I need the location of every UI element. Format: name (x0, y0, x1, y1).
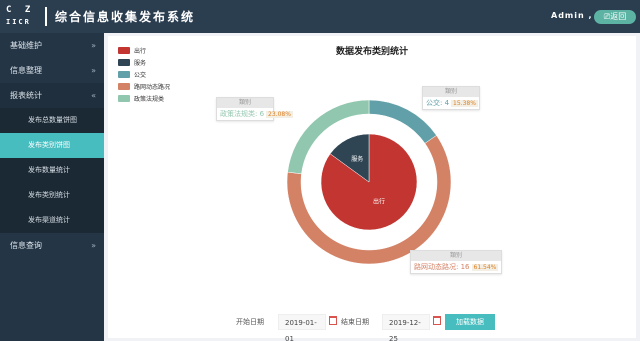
slice-callout: 類别 政策法规类: 6 23.08% (216, 97, 293, 121)
end-date-label: 结束日期 (341, 318, 369, 326)
legend-label: 公交 (134, 71, 147, 79)
sidebar-item-info-organize[interactable]: 信息整理 » (0, 58, 104, 83)
pie-chart: 出行 服务 (286, 99, 452, 265)
logo-top-text: C Z (6, 5, 35, 15)
header-divider (45, 7, 47, 26)
chart-legend: 出行服务公交路网动态路况 政策法规类 (118, 44, 170, 104)
slice-callout: 類别 公交: 4 15.38% (422, 86, 480, 110)
start-date-label: 开始日期 (236, 318, 264, 326)
logo: C Z IICR (6, 4, 40, 30)
legend-label: 服务 (134, 59, 147, 67)
legend-item[interactable]: 政策法规类 (118, 92, 170, 104)
callout-value: 政策法规类: 6 (220, 110, 265, 118)
sidebar-subitem-total-pie[interactable]: 发布总数量饼图 (0, 108, 104, 133)
chevron-down-icon: » (91, 241, 96, 250)
logo-bottom-text: IICR (6, 18, 31, 26)
inner-slice-label: 出行 (373, 198, 385, 206)
callout-value: 路网动态路况: 16 (414, 263, 470, 271)
top-header: C Z IICR 综合信息收集发布系统 Admin , ⎚返回 (0, 0, 640, 33)
sidebar: 基础维护 » 信息整理 » 报表统计 « 发布总数量饼图 发布类别饼图 发布数量… (0, 33, 104, 341)
callout-percent: 15.38% (451, 100, 478, 107)
legend-item[interactable]: 服务 (118, 56, 170, 68)
chevron-down-icon: » (91, 41, 96, 50)
report-submenu: 发布总数量饼图 发布类别饼图 发布数量统计 发布类别统计 发布渠道统计 (0, 108, 104, 233)
calendar-icon[interactable] (329, 316, 337, 325)
sidebar-subitem-count-stats[interactable]: 发布数量统计 (0, 158, 104, 183)
legend-swatch (118, 46, 130, 54)
callout-body: 政策法规类: 6 23.08% (217, 108, 293, 120)
chevron-up-icon: « (91, 91, 96, 100)
callout-value: 公交: 4 (426, 99, 450, 107)
end-date-input[interactable]: 2019-12-25 (382, 314, 430, 341)
callout-percent: 61.54% (471, 264, 499, 271)
legend-label: 出行 (134, 47, 147, 55)
sidebar-item-info-query[interactable]: 信息查询 » (0, 233, 104, 258)
legend-swatch (118, 70, 130, 78)
app-title: 综合信息收集发布系统 (55, 10, 196, 24)
callout-caption: 類别 (217, 98, 273, 108)
app-root: C Z IICR 综合信息收集发布系统 Admin , ⎚返回 基础维护 » 信… (0, 0, 640, 341)
legend-swatch (118, 94, 130, 102)
callout-caption: 類别 (411, 251, 501, 261)
legend-item[interactable]: 路网动态路况 (118, 80, 170, 92)
legend-swatch (118, 82, 130, 90)
sidebar-item-label: 基础维护 (10, 41, 42, 50)
chart-title: 数据发布类别统计 (335, 47, 408, 57)
legend-swatch (118, 58, 130, 66)
sidebar-item-basic-maintenance[interactable]: 基础维护 » (0, 33, 104, 58)
callout-body: 路网动态路况: 16 61.54% (411, 261, 501, 273)
calendar-icon[interactable] (433, 316, 441, 325)
legend-label: 政策法规类 (134, 95, 165, 103)
sidebar-item-report-stats[interactable]: 报表统计 « (0, 83, 104, 108)
sidebar-subitem-category-stats[interactable]: 发布类别统计 (0, 183, 104, 208)
sidebar-item-label: 报表统计 (10, 91, 42, 100)
sidebar-item-label: 信息查询 (10, 241, 42, 250)
date-filter-bar: 开始日期 2019-01-01 结束日期 2019-12-25 加载数据 (108, 312, 636, 341)
callout-body: 公交: 4 15.38% (423, 97, 479, 109)
legend-label: 路网动态路况 (134, 83, 171, 91)
sidebar-item-label: 信息整理 (10, 66, 42, 75)
legend-item[interactable]: 公交 (118, 68, 170, 80)
chevron-down-icon: » (91, 66, 96, 75)
sidebar-subitem-channel-stats[interactable]: 发布渠道统计 (0, 208, 104, 233)
callout-caption: 類别 (423, 87, 479, 97)
slice-callout: 類别 路网动态路况: 16 61.54% (410, 250, 502, 274)
legend-item[interactable]: 出行 (118, 44, 170, 56)
load-data-button[interactable]: 加载数据 (445, 314, 495, 330)
sidebar-subitem-category-pie[interactable]: 发布类别饼图 (0, 133, 104, 158)
user-name: Admin , (551, 11, 593, 20)
start-date-input[interactable]: 2019-01-01 (278, 314, 326, 341)
chart-panel: 出行 服务 数据发布类别统计 出行 服务 公交 路网动态路况 政策法规类 類别 公交: 41… (108, 36, 636, 338)
return-button[interactable]: ⎚返回 (594, 10, 636, 24)
callout-percent: 23.08% (266, 111, 293, 118)
inner-slice-label: 服务 (351, 155, 363, 163)
